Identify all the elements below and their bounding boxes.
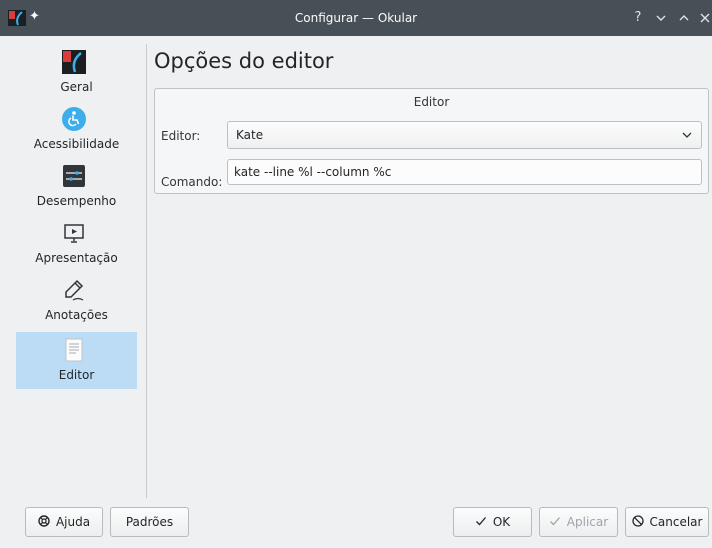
command-input[interactable] [234,164,694,180]
cancel-icon [631,514,644,530]
performance-icon [63,165,85,187]
okular-icon [62,50,86,74]
help-button-label: Ajuda [55,515,91,529]
sidebar-item-editor[interactable]: Editor [16,332,137,389]
editor-label: Editor: [161,129,201,143]
ok-button[interactable]: OK [453,507,532,537]
window-title: Configurar — Okular [294,11,418,25]
command-field-frame [227,159,702,185]
sidebar-divider [146,44,147,498]
sidebar-item-label: Apresentação [35,251,118,265]
sidebar-item-label: Editor [58,368,95,382]
sidebar-item-geral[interactable]: Geral [16,44,137,101]
sidebar-item-acessibilidade[interactable]: Acessibilidade [16,101,137,158]
editor-select[interactable]: Kate [227,121,702,149]
check-icon [475,515,487,530]
accessibility-icon [62,107,86,131]
sidebar-item-label: Anotações [45,308,108,322]
command-label: Comando: [161,175,223,189]
sidebar-item-anotacoes[interactable]: Anotações [16,272,137,329]
sidebar-item-label: Acessibilidade [33,137,120,151]
window-titlebar[interactable]: ✦ Configurar — Okular ? [0,0,712,36]
sidebar-item-desempenho[interactable]: Desempenho [16,158,137,215]
chevron-down-icon [682,132,692,138]
editor-groupbox: Editor Editor: Kate Comando: [154,88,709,194]
ok-button-label: OK [492,515,511,529]
annotation-pen-icon [65,279,84,301]
cancel-button[interactable]: Cancelar [625,507,709,537]
apply-button[interactable]: Aplicar [539,507,618,537]
defaults-button[interactable]: Padrões [110,507,189,537]
help-lifebuoy-icon [38,514,50,530]
defaults-button-label: Padrões [125,515,174,529]
editor-select-value: Kate [236,128,264,142]
minimize-window-button[interactable] [653,10,669,26]
check-icon [549,515,561,530]
sidebar-item-label: Desempenho [36,194,117,208]
group-title: Editor [413,95,450,109]
cancel-button-label: Cancelar [649,515,703,529]
apply-button-label: Aplicar [566,515,609,529]
help-window-button[interactable]: ? [630,10,646,26]
presentation-icon [64,224,84,243]
help-button[interactable]: Ajuda [25,507,103,537]
maximize-window-button[interactable] [676,10,692,26]
document-icon [65,338,83,362]
close-window-button[interactable] [697,10,712,26]
sidebar-item-label: Geral [60,80,93,94]
page-title: Opções do editor [154,49,334,73]
sidebar-item-apresentacao[interactable]: Apresentação [16,215,137,272]
